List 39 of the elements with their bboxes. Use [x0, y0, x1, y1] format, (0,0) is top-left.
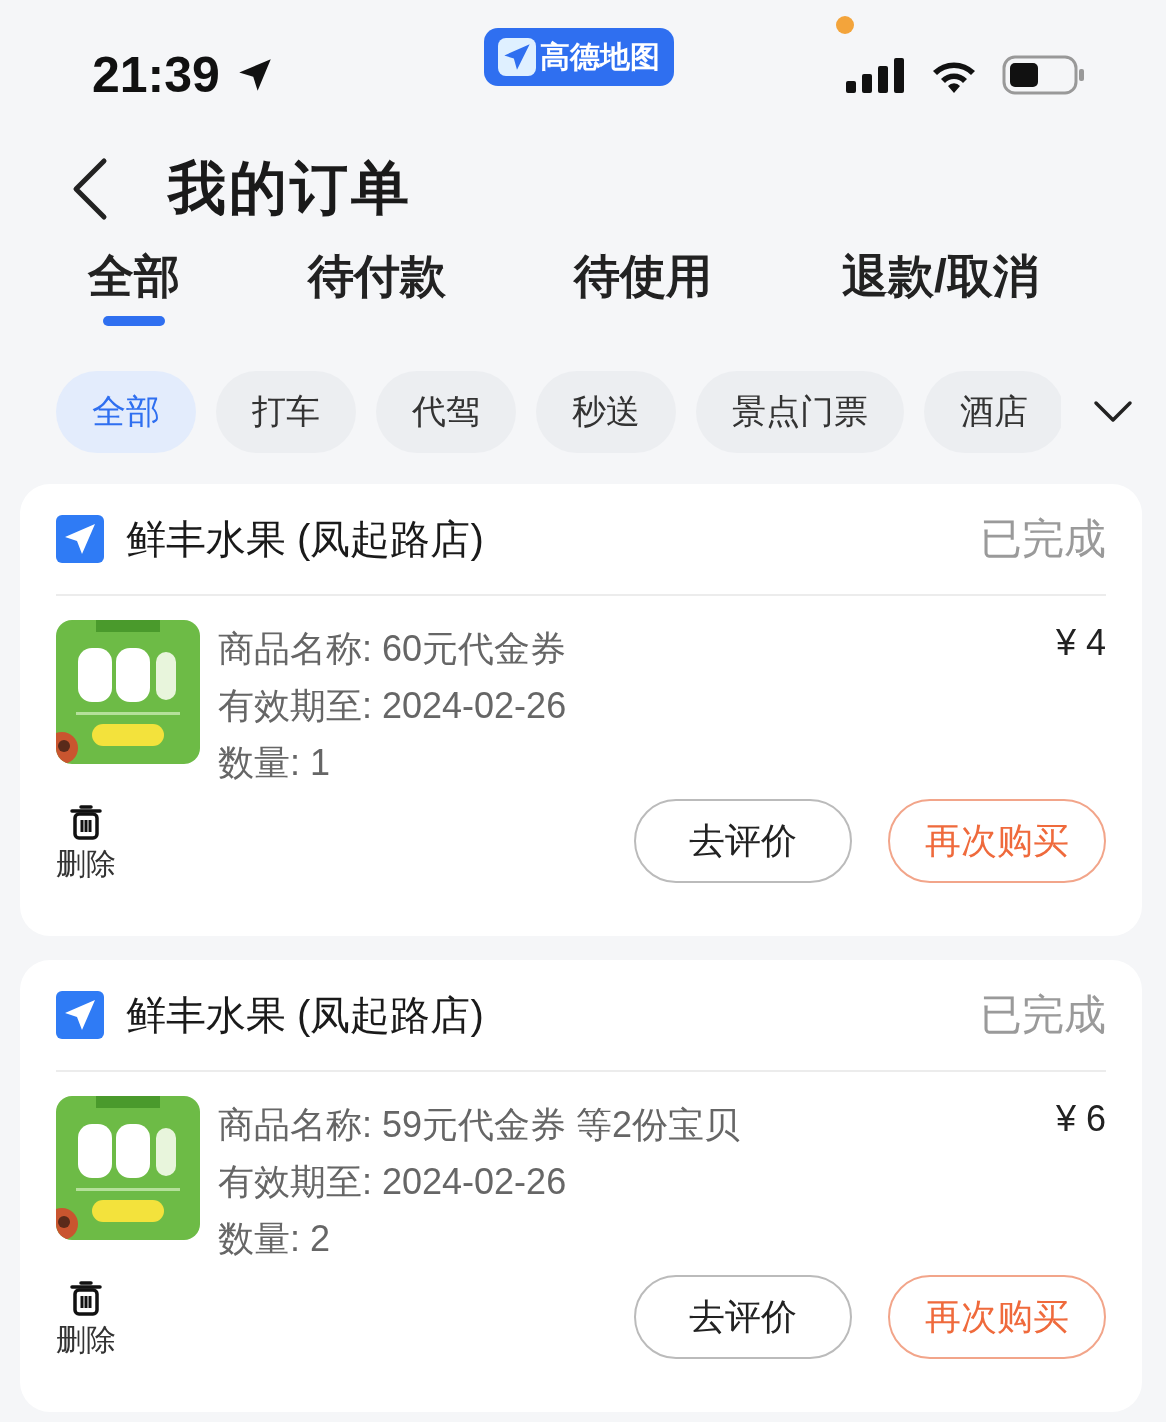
delete-button[interactable]: 删除 [56, 1320, 116, 1361]
tab[interactable]: 退款/取消 [842, 248, 1039, 326]
filter-chip[interactable]: 酒店 [924, 371, 1061, 453]
app-logo-icon [497, 38, 536, 76]
review-button[interactable]: 去评价 [634, 799, 852, 883]
order-price: ¥ 4 [1055, 621, 1106, 665]
clock-time: 21:39 [92, 48, 220, 102]
shop-name: 鲜丰水果 (凤起路店) [126, 515, 485, 563]
order-detail: 有效期至: 2024-02-26 [218, 1160, 568, 1204]
order-price: ¥ 6 [1055, 1097, 1106, 1141]
tab[interactable]: 待使用 [574, 248, 712, 326]
expand-button[interactable] [1093, 400, 1133, 424]
order-detail: 数量: 2 [218, 1217, 332, 1261]
filter-chip[interactable]: 代驾 [376, 371, 516, 453]
page-title: 我的订单 [168, 154, 412, 222]
shop-name: 鲜丰水果 (凤起路店) [126, 991, 485, 1039]
delete-button[interactable]: 删除 [56, 844, 116, 885]
filter-chip[interactable]: 全部 [56, 371, 196, 453]
trash-icon [70, 804, 102, 840]
filter-chip[interactable]: 景点门票 [696, 371, 904, 453]
review-button[interactable]: 去评价 [634, 1275, 852, 1359]
paper-plane-icon [56, 991, 104, 1039]
chevron-down-icon [1093, 400, 1133, 424]
order-detail: 数量: 1 [218, 741, 332, 785]
tab[interactable]: 待付款 [308, 248, 446, 326]
tab[interactable]: 全部 [88, 248, 180, 326]
signal-icon [845, 55, 906, 95]
order-status: 已完成 [980, 514, 1106, 564]
filter-chip[interactable]: 打车 [216, 371, 356, 453]
filter-chip[interactable]: 秒送 [536, 371, 676, 453]
order-detail: 有效期至: 2024-02-26 [218, 684, 568, 728]
order-status: 已完成 [980, 990, 1106, 1040]
privacy-dot-icon [835, 16, 854, 34]
paper-plane-icon [56, 515, 104, 563]
order-detail: 商品名称: 60元代金券 [218, 627, 568, 671]
trash-icon [70, 1280, 102, 1316]
order-detail: 商品名称: 59元代金券 等2份宝贝 [218, 1103, 742, 1147]
battery-icon [1001, 54, 1086, 96]
back-to-app-button[interactable]: 高德地图 [483, 28, 674, 86]
